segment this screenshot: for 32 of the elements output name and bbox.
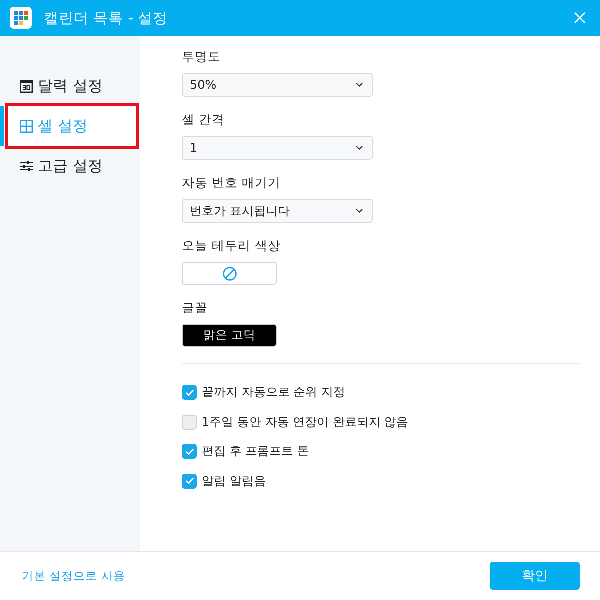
checkbox-label: 1주일 동안 자동 연장이 완료되지 않음 [202, 414, 409, 431]
dropdown-field[interactable]: 1 [182, 136, 373, 160]
checkbox[interactable] [182, 474, 197, 489]
sidebar-item[interactable]: 고급 설정 [0, 146, 140, 186]
field-label: 투명도 [182, 48, 221, 66]
color-picker-button[interactable] [182, 262, 277, 285]
dropdown-field[interactable]: 번호가 표시됩니다 [182, 199, 373, 223]
field-label: 글꼴 [182, 299, 208, 317]
caret-icon [356, 209, 363, 213]
sidebar-item[interactable]: 달력 설정 [0, 66, 140, 106]
checkmark-icon [186, 478, 194, 484]
field-label: 셀 간격 [182, 111, 225, 129]
checkbox[interactable] [182, 444, 197, 460]
calendar-icon [20, 80, 33, 92]
app-grid-icon [10, 7, 32, 29]
grid-icon [20, 120, 33, 132]
window-title: 캘린더 목록 - 설정 [44, 10, 170, 28]
dropdown-field[interactable]: 50% [182, 73, 373, 97]
caret-icon [356, 83, 363, 87]
field-label: 자동 번호 매기기 [182, 174, 281, 192]
field-label: 오늘 테두리 색상 [182, 237, 281, 255]
checkbox-label: 끝까지 자동으로 순위 지정 [202, 384, 346, 402]
font-button[interactable]: 맑은 고딕 [182, 324, 277, 347]
checkmark-icon [186, 390, 194, 396]
checkbox-label: 알림 알림음 [202, 472, 266, 490]
checkbox[interactable] [182, 414, 197, 430]
caret-icon [356, 146, 363, 150]
checkbox[interactable] [182, 385, 197, 400]
sliders-icon [20, 160, 33, 172]
checkmark-icon [186, 448, 194, 455]
no-color-icon [222, 266, 236, 280]
checkbox-label: 편집 후 프롬프트 톤 [202, 443, 310, 460]
